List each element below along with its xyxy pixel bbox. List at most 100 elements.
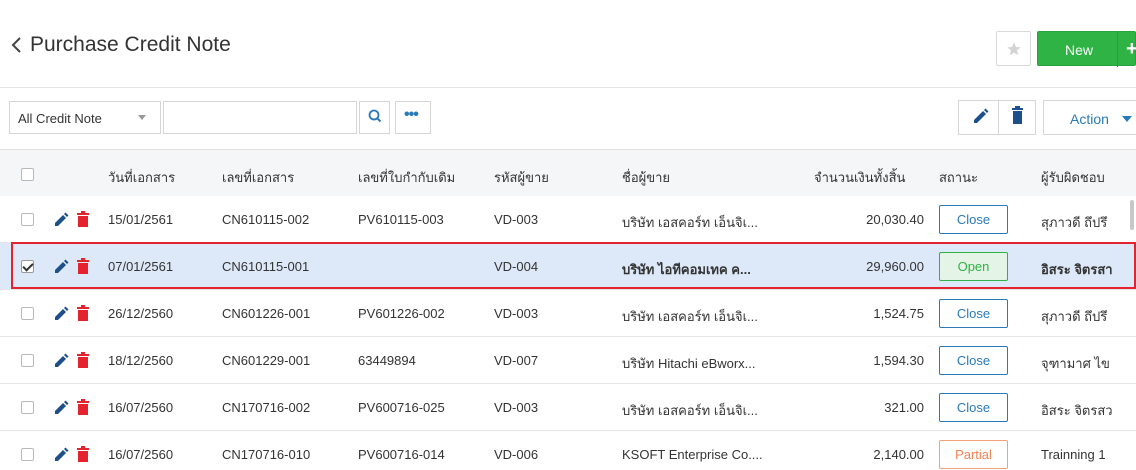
- cell-amount: 29,960.00: [866, 259, 924, 274]
- cell-doc-date: 18/12/2560: [108, 353, 174, 368]
- cell-doc-no: CN610115-001: [222, 259, 310, 274]
- status-badge[interactable]: Partial: [939, 440, 1008, 469]
- column-header-status[interactable]: สถานะ: [939, 167, 978, 188]
- status-badge[interactable]: Close: [939, 299, 1008, 328]
- search-icon: [368, 109, 382, 123]
- table-row[interactable]: 16/07/2560 CN170716-010 PV600716-014 VD-006…: [0, 431, 1136, 470]
- row-checkbox[interactable]: [21, 354, 34, 367]
- cell-owner: สุภาวดี ถึปรึ: [1041, 309, 1108, 324]
- caret-down-icon: [1122, 116, 1132, 122]
- new-button-divider: [1117, 32, 1118, 67]
- table-row[interactable]: 07/01/2561 CN610115-001 VD-004 บริษัท ไอทีค…: [0, 243, 1136, 290]
- cell-vendor-code: VD-003: [494, 212, 539, 227]
- table-scrollbar[interactable]: [1130, 200, 1134, 230]
- column-header-ref-no[interactable]: เลขที่ใบกำกับเดิม: [358, 167, 455, 188]
- column-header-owner[interactable]: ผู้รับผิดชอบ: [1041, 167, 1105, 188]
- cell-amount: 1,594.30: [873, 353, 924, 368]
- cell-vendor-name: บริษัท ไอทีคอมเทค ค...: [622, 262, 751, 277]
- column-header-doc-date[interactable]: วันที่เอกสาร: [108, 167, 175, 188]
- page-title: Purchase Credit Note: [30, 33, 231, 56]
- ellipsis-icon: •••: [404, 106, 419, 123]
- action-dropdown-button[interactable]: Action: [1043, 100, 1136, 135]
- cell-ref-no: 63449894: [358, 353, 416, 368]
- table-row[interactable]: 18/12/2560 CN601229-001 63449894 VD-007 บริษ…: [0, 337, 1136, 384]
- row-checkbox[interactable]: [21, 260, 34, 273]
- row-checkbox[interactable]: [21, 448, 34, 461]
- star-icon: [1006, 41, 1021, 55]
- cell-doc-date: 15/01/2561: [108, 212, 174, 227]
- trash-icon[interactable]: [77, 399, 89, 415]
- bulk-edit-button[interactable]: [958, 100, 999, 135]
- pencil-icon: [974, 108, 989, 123]
- cell-vendor-code: VD-007: [494, 353, 539, 368]
- table-header: วันที่เอกสาร เลขที่เอกสาร เลขที่ใบกำกับเ…: [0, 150, 1136, 198]
- bulk-delete-button[interactable]: [999, 100, 1036, 135]
- cell-amount: 1,524.75: [873, 306, 924, 321]
- cell-doc-no: CN170716-002: [222, 400, 311, 415]
- cell-owner: Trainning 1: [1041, 447, 1106, 462]
- status-badge[interactable]: Open: [939, 252, 1008, 281]
- trash-icon[interactable]: [77, 305, 89, 321]
- cell-doc-no: CN601226-001: [222, 306, 311, 321]
- cell-vendor-code: VD-004: [494, 259, 539, 274]
- cell-ref-no: PV600716-014: [358, 447, 445, 462]
- row-checkbox[interactable]: [21, 307, 34, 320]
- cell-vendor-name: บริษัท เอสคอร์ท เอ็นจิเ...: [622, 309, 758, 324]
- cell-ref-no: PV610115-003: [358, 212, 444, 227]
- cell-vendor-name: บริษัท เอสคอร์ท เอ็นจิเ...: [622, 215, 758, 230]
- status-badge[interactable]: Close: [939, 205, 1008, 234]
- table-row[interactable]: 16/07/2560 CN170716-002 PV600716-025 VD-003…: [0, 384, 1136, 431]
- trash-icon[interactable]: [77, 258, 89, 274]
- cell-doc-no: CN170716-010: [222, 447, 311, 462]
- add-dropdown-button[interactable]: +: [1126, 38, 1136, 61]
- status-badge[interactable]: Close: [939, 393, 1008, 422]
- cell-vendor-name: บริษัท Hitachi eBworx...: [622, 356, 756, 371]
- cell-vendor-name: บริษัท เอสคอร์ท เอ็นจิเ...: [622, 403, 758, 418]
- trash-icon[interactable]: [77, 446, 89, 462]
- column-header-vendor-name[interactable]: ชื่อผู้ขาย: [622, 167, 670, 188]
- caret-down-icon: [138, 115, 146, 120]
- pencil-icon[interactable]: [54, 353, 69, 368]
- filter-select[interactable]: All Credit Note: [9, 101, 161, 134]
- select-all-checkbox[interactable]: [21, 168, 34, 181]
- pencil-icon[interactable]: [54, 306, 69, 321]
- cell-owner: อิสระ จิตรสา: [1041, 262, 1113, 277]
- search-input[interactable]: [163, 101, 357, 134]
- table-row[interactable]: 26/12/2560 CN601226-001 PV601226-002 VD-003…: [0, 290, 1136, 337]
- page-header: Purchase Credit Note New +: [0, 0, 1136, 88]
- column-header-doc-no[interactable]: เลขที่เอกสาร: [222, 167, 294, 188]
- column-header-amount[interactable]: จำนวนเงินทั้งสิ้น: [814, 167, 905, 188]
- cell-doc-no: CN610115-002: [222, 212, 310, 227]
- pencil-icon[interactable]: [54, 400, 69, 415]
- pencil-icon[interactable]: [54, 447, 69, 462]
- more-options-button[interactable]: •••: [395, 101, 431, 134]
- cell-amount: 2,140.00: [873, 447, 924, 462]
- new-button-label: New: [1065, 42, 1094, 58]
- column-header-vendor-code[interactable]: รหัสผู้ขาย: [494, 167, 549, 188]
- chevron-left-icon[interactable]: [8, 34, 26, 56]
- cell-owner: อิสระ จิตรสว: [1041, 403, 1113, 418]
- trash-icon[interactable]: [77, 211, 89, 227]
- cell-doc-date: 26/12/2560: [108, 306, 174, 321]
- trash-icon[interactable]: [77, 352, 89, 368]
- cell-doc-date: 16/07/2560: [108, 447, 174, 462]
- row-checkbox[interactable]: [21, 401, 34, 414]
- cell-ref-no: PV600716-025: [358, 400, 445, 415]
- status-badge[interactable]: Close: [939, 346, 1008, 375]
- cell-doc-date: 16/07/2560: [108, 400, 174, 415]
- app-frame: Purchase Credit Note New + All Credit No…: [0, 0, 1136, 470]
- list-toolbar: All Credit Note ••• Action: [0, 88, 1136, 150]
- new-button[interactable]: New +: [1037, 31, 1136, 67]
- favorite-button[interactable]: [996, 31, 1031, 66]
- row-checkbox[interactable]: [21, 213, 34, 226]
- pencil-icon[interactable]: [54, 212, 69, 227]
- cell-doc-no: CN601229-001: [222, 353, 311, 368]
- cell-amount: 20,030.40: [866, 212, 924, 227]
- cell-vendor-code: VD-003: [494, 306, 539, 321]
- cell-owner: สุภาวดี ถึปรึ: [1041, 215, 1108, 230]
- cell-vendor-code: VD-006: [494, 447, 539, 462]
- search-button[interactable]: [359, 101, 390, 134]
- table-row[interactable]: 15/01/2561 CN610115-002 PV610115-003 VD-003…: [0, 196, 1136, 243]
- pencil-icon[interactable]: [54, 259, 69, 274]
- filter-select-value: All Credit Note: [18, 111, 102, 126]
